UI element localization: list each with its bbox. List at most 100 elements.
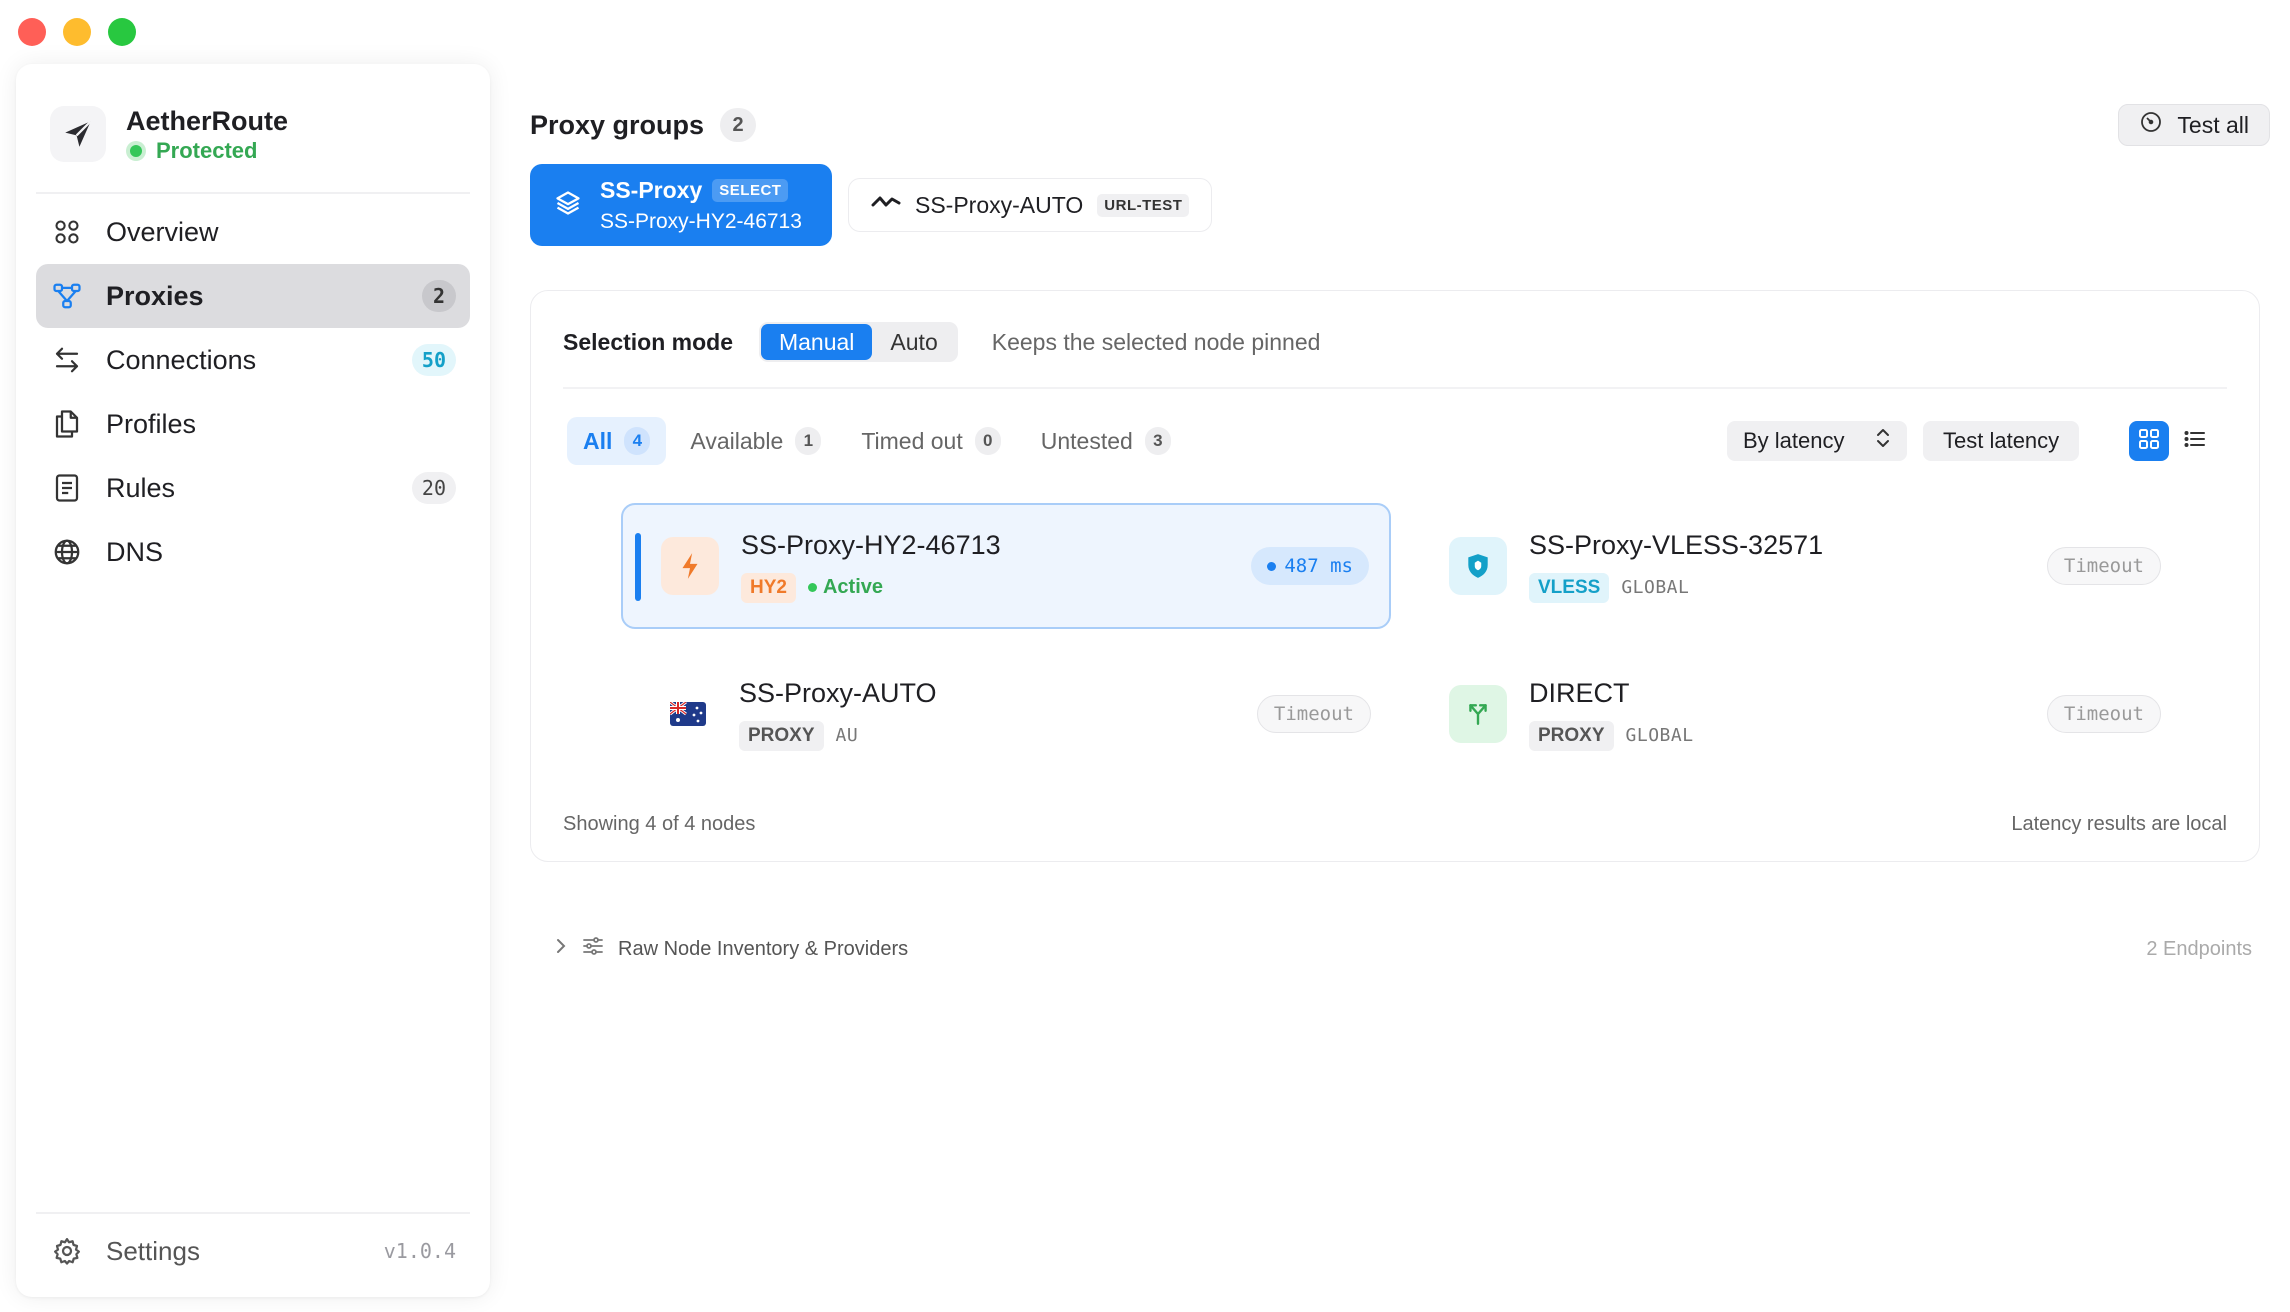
node-card[interactable]: SS-Proxy-VLESS-32571 VLESS GLOBAL Timeou… bbox=[1411, 503, 2181, 629]
sidebar-item-connections[interactable]: Connections 50 bbox=[36, 328, 470, 392]
main-content: Proxy groups 2 Test all SS-Proxy SELECT … bbox=[530, 0, 2290, 1312]
node-card[interactable]: DIRECT PROXY GLOBAL Timeout bbox=[1411, 651, 2181, 777]
latency-value: 487 ms bbox=[1284, 555, 1353, 577]
speedometer-icon bbox=[2139, 110, 2163, 140]
node-name: SS-Proxy-VLESS-32571 bbox=[1529, 529, 1824, 560]
mode-auto-button[interactable]: Auto bbox=[872, 324, 955, 360]
connections-count-badge: 50 bbox=[411, 344, 456, 376]
sidebar-item-proxies[interactable]: Proxies 2 bbox=[36, 264, 470, 328]
selection-mode-row: Selection mode Manual Auto Keeps the sel… bbox=[563, 321, 1320, 363]
test-all-button[interactable]: Test all bbox=[2118, 104, 2270, 146]
arrows-icon bbox=[50, 343, 84, 377]
raw-inventory-label: Raw Node Inventory & Providers bbox=[618, 937, 909, 960]
chevron-right-icon bbox=[554, 936, 568, 962]
sidebar-item-label: Profiles bbox=[106, 408, 197, 439]
brand: AetherRoute Protected bbox=[50, 104, 288, 164]
shield-icon bbox=[1449, 537, 1507, 595]
filter-label: All bbox=[583, 427, 613, 454]
filter-untested[interactable]: Untested 3 bbox=[1025, 417, 1187, 465]
grid-view-icon bbox=[2138, 428, 2160, 455]
sort-select[interactable]: By latency bbox=[1727, 421, 1907, 461]
region-label: GLOBAL bbox=[1625, 725, 1694, 746]
mode-manual-button[interactable]: Manual bbox=[760, 324, 873, 360]
timeout-badge: Timeout bbox=[2046, 547, 2161, 585]
sidebar-item-label: Rules bbox=[106, 472, 176, 503]
sidebar: AetherRoute Protected Overview Proxies 2 bbox=[16, 64, 490, 1297]
latency-dot-icon bbox=[1267, 561, 1277, 571]
list-view-button[interactable] bbox=[2175, 421, 2215, 461]
panel-divider bbox=[563, 387, 2227, 389]
close-window-button[interactable] bbox=[18, 18, 46, 46]
sidebar-item-dns[interactable]: DNS bbox=[36, 520, 470, 584]
test-latency-button[interactable]: Test latency bbox=[1923, 421, 2080, 461]
node-card[interactable]: SS-Proxy-HY2-46713 HY2 Active 487 ms bbox=[621, 503, 1391, 629]
sidebar-bottom-divider bbox=[36, 1212, 470, 1214]
timeout-badge: Timeout bbox=[2046, 695, 2161, 733]
latency-badge: 487 ms bbox=[1251, 547, 1369, 585]
active-status: Active bbox=[807, 576, 883, 599]
sidebar-item-overview[interactable]: Overview bbox=[36, 200, 470, 264]
sidebar-item-label: Overview bbox=[106, 216, 219, 247]
selection-mode-hint: Keeps the selected node pinned bbox=[991, 328, 1321, 355]
sidebar-item-label: DNS bbox=[106, 536, 164, 567]
australia-flag-icon bbox=[659, 685, 717, 743]
documents-icon bbox=[50, 407, 84, 441]
gear-icon bbox=[50, 1234, 84, 1268]
paper-plane-icon bbox=[50, 106, 106, 162]
sidebar-item-profiles[interactable]: Profiles bbox=[36, 392, 470, 456]
settings-button[interactable]: Settings v1.0.4 bbox=[50, 1227, 456, 1275]
sidebar-item-label: Connections bbox=[106, 344, 257, 375]
active-dot-icon bbox=[807, 583, 817, 592]
latency-note: Latency results are local bbox=[2011, 813, 2227, 835]
globe-icon bbox=[50, 535, 84, 569]
filter-count: 4 bbox=[624, 427, 651, 455]
group-detail-panel: Selection mode Manual Auto Keeps the sel… bbox=[530, 290, 2260, 862]
test-all-label: Test all bbox=[2177, 111, 2249, 138]
fork-icon bbox=[1449, 685, 1507, 743]
filter-count: 3 bbox=[1144, 427, 1171, 455]
layers-icon bbox=[554, 189, 582, 222]
proxy-groups-header: Proxy groups 2 bbox=[530, 108, 757, 142]
list-doc-icon bbox=[50, 471, 84, 505]
node-name: SS-Proxy-HY2-46713 bbox=[741, 529, 1001, 560]
sidebar-item-label: Proxies bbox=[106, 280, 204, 311]
chevron-up-down-icon bbox=[1875, 427, 1891, 455]
settings-label: Settings bbox=[106, 1235, 200, 1266]
filter-timed-out[interactable]: Timed out 0 bbox=[845, 417, 1016, 465]
group-tab-ss-proxy[interactable]: SS-Proxy SELECT SS-Proxy-HY2-46713 bbox=[530, 164, 832, 246]
filter-count: 1 bbox=[795, 427, 822, 455]
proxies-count-badge: 2 bbox=[422, 280, 456, 312]
node-card[interactable]: SS-Proxy-AUTO PROXY AU Timeout bbox=[621, 651, 1391, 777]
node-name: SS-Proxy-AUTO bbox=[739, 677, 937, 708]
filter-available[interactable]: Available 1 bbox=[674, 417, 837, 465]
sidebar-nav: Overview Proxies 2 Connections 50 Profil… bbox=[36, 200, 470, 584]
zoom-window-button[interactable] bbox=[108, 18, 136, 46]
raw-inventory-disclosure[interactable]: Raw Node Inventory & Providers 2 Endpoin… bbox=[554, 936, 2260, 962]
grid-icon bbox=[50, 215, 84, 249]
selection-mode-toggle: Manual Auto bbox=[758, 322, 958, 362]
timeout-badge: Timeout bbox=[1256, 695, 1371, 733]
sort-label: By latency bbox=[1743, 428, 1845, 453]
node-filters: All 4 Available 1 Timed out 0 Untested 3 bbox=[567, 417, 1195, 465]
rules-count-badge: 20 bbox=[411, 472, 456, 504]
filter-count: 0 bbox=[974, 427, 1001, 455]
node-name: DIRECT bbox=[1529, 677, 1630, 708]
group-tab-ss-proxy-auto[interactable]: SS-Proxy-AUTO URL-TEST bbox=[848, 178, 1213, 232]
endpoints-count: 2 Endpoints bbox=[2146, 937, 2252, 960]
status-dot-icon bbox=[126, 141, 146, 161]
group-name: SS-Proxy bbox=[600, 176, 703, 203]
filter-all[interactable]: All 4 bbox=[567, 417, 667, 465]
activity-icon bbox=[871, 190, 901, 220]
app-name: AetherRoute bbox=[126, 106, 289, 136]
lightning-icon bbox=[661, 537, 719, 595]
region-label: AU bbox=[835, 725, 859, 746]
sidebar-item-rules[interactable]: Rules 20 bbox=[36, 456, 470, 520]
protocol-tag: PROXY bbox=[1529, 720, 1614, 751]
filter-label: Untested bbox=[1040, 427, 1133, 454]
minimize-window-button[interactable] bbox=[63, 18, 91, 46]
protection-status-label: Protected bbox=[156, 138, 258, 163]
protocol-tag: HY2 bbox=[741, 572, 796, 603]
network-icon bbox=[50, 279, 84, 313]
grid-view-button[interactable] bbox=[2129, 421, 2169, 461]
sliders-icon bbox=[582, 936, 604, 962]
